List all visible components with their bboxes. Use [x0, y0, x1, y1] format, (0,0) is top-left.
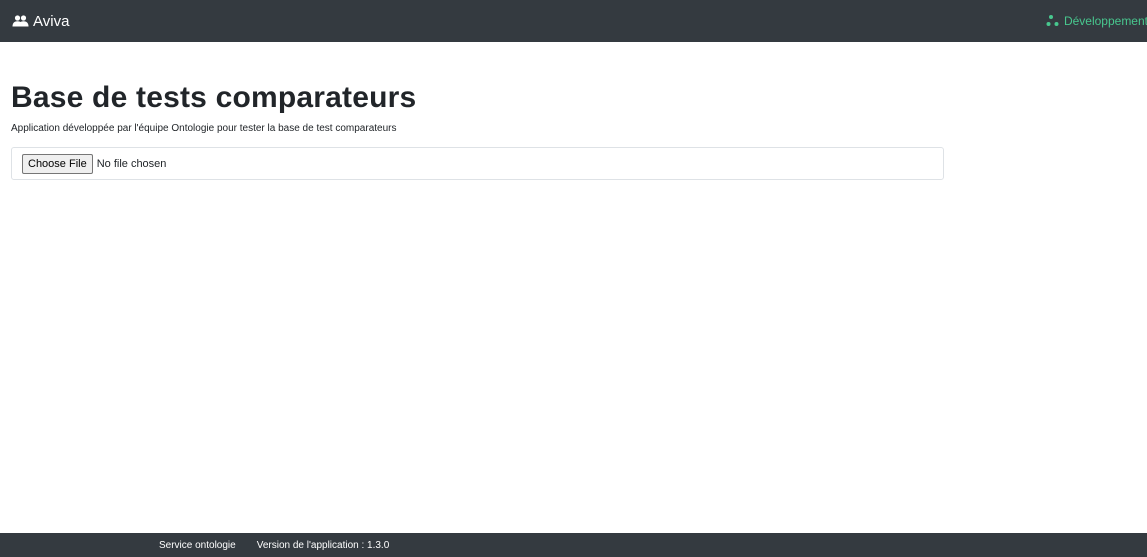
- page-subtitle: Application développée par l'équipe Onto…: [11, 123, 397, 134]
- dots-icon: [1046, 14, 1060, 28]
- main-content: Base de tests comparateurs Application d…: [11, 80, 944, 180]
- file-upload-container: Choose File No file chosen: [11, 147, 944, 180]
- environment-label: Développement: [1063, 14, 1147, 28]
- choose-file-button[interactable]: Choose File: [22, 153, 93, 174]
- file-status-text: No file chosen: [96, 157, 167, 170]
- footer-service-label: Service ontologie: [159, 539, 236, 551]
- page-title: Base de tests comparateurs: [11, 81, 417, 114]
- brand-label: Aviva: [33, 12, 70, 30]
- users-icon: [12, 15, 29, 27]
- top-navbar: Aviva Développement: [0, 0, 1147, 42]
- brand-link[interactable]: Aviva: [12, 13, 69, 30]
- environment-indicator: Développement: [1046, 14, 1147, 28]
- footer: Service ontologie Version de l'applicati…: [0, 533, 1147, 557]
- footer-version-label: Version de l'application : 1.3.0: [256, 539, 390, 551]
